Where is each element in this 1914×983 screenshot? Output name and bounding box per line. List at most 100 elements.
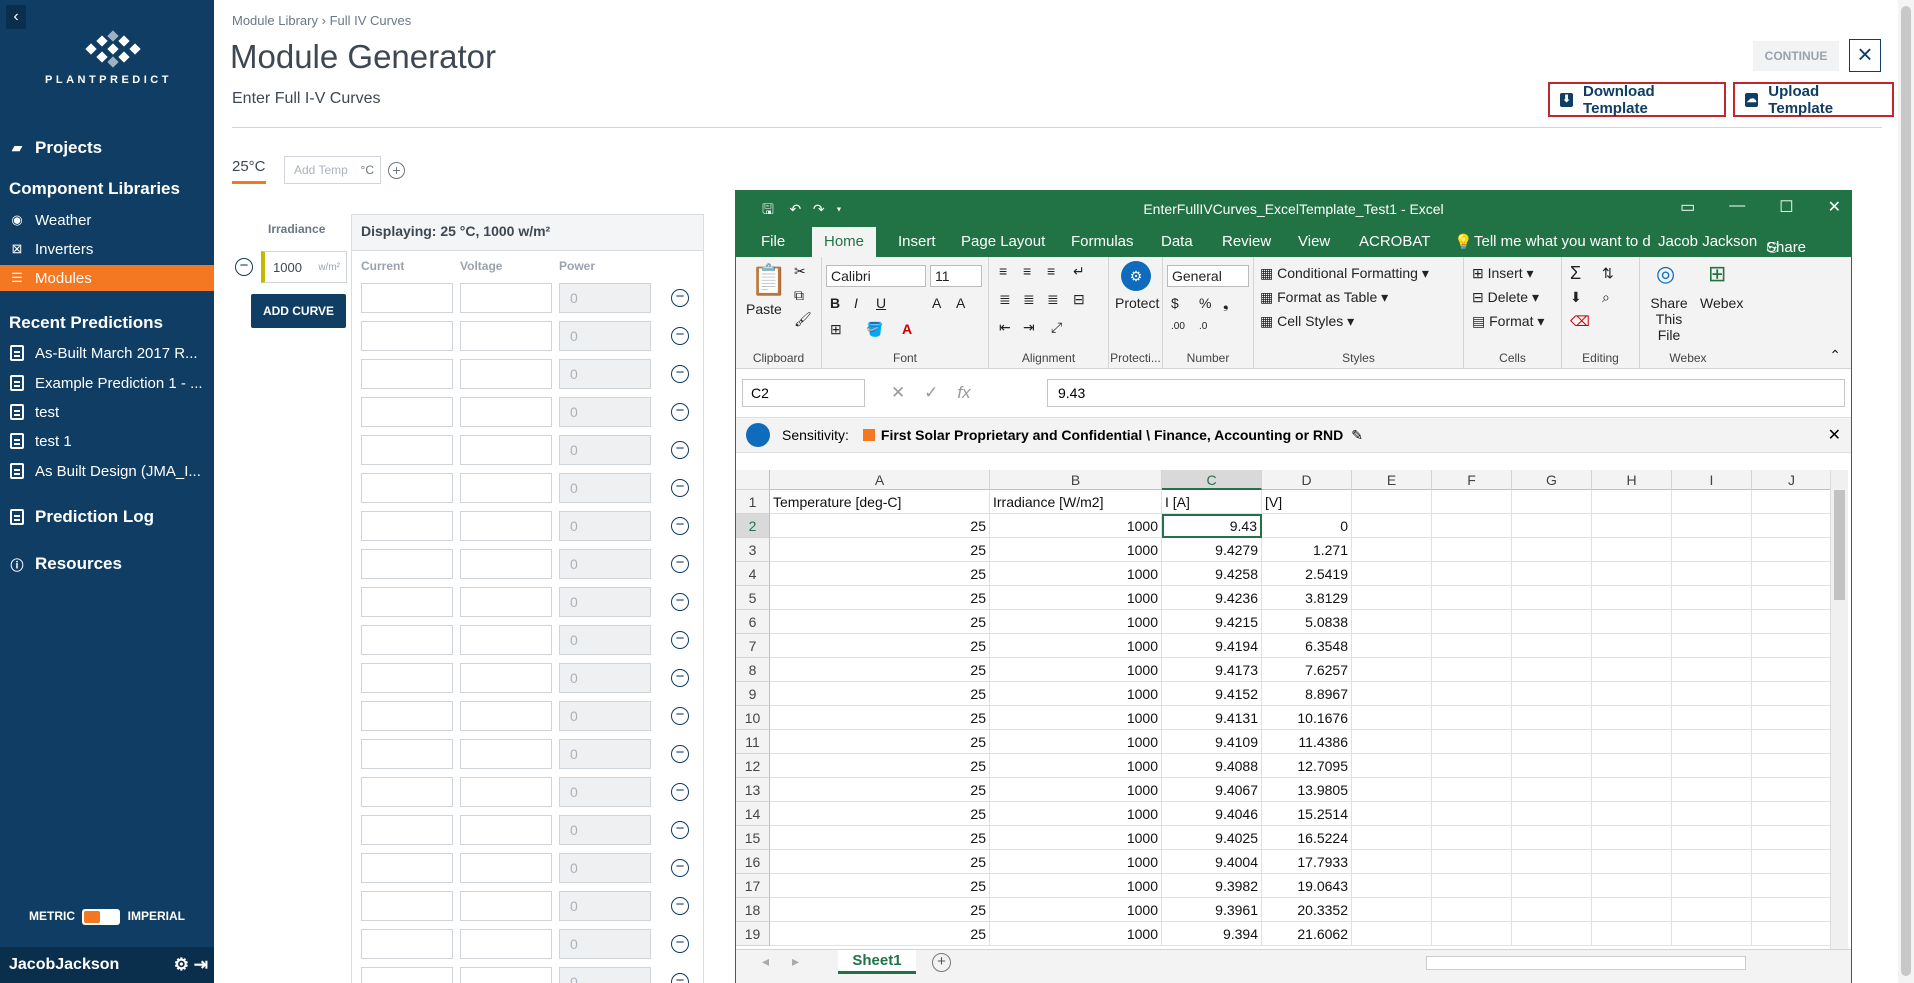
sidebar-item-modules[interactable]: ☰ Modules [0,265,214,291]
grid-cell[interactable] [1592,730,1672,754]
grid-cell[interactable] [1352,490,1432,514]
grid-cell[interactable]: 1000 [990,874,1162,898]
voltage-input[interactable] [460,663,552,693]
add-temp-input[interactable]: Add Temp °C [284,156,381,184]
remove-row-icon[interactable]: − [671,403,689,421]
recent-prediction-item[interactable]: Example Prediction 1 - ... [0,370,214,396]
remove-row-icon[interactable]: − [671,935,689,953]
grid-cell[interactable] [1512,658,1592,682]
column-header[interactable]: I [1672,470,1752,490]
sidebar-item-inverters[interactable]: ⊠ Inverters [0,236,214,262]
grid-cell[interactable]: 1000 [990,706,1162,730]
tab-data[interactable]: Data [1161,233,1193,250]
current-input[interactable] [361,397,453,427]
grid-cell[interactable] [1352,658,1432,682]
grid-cell[interactable] [1512,634,1592,658]
grid-cell[interactable]: 25 [770,850,990,874]
grid-cell[interactable]: 9.4131 [1162,706,1262,730]
tell-me-search[interactable]: Tell me what you want to d [1474,233,1651,250]
row-header[interactable]: 9 [736,682,770,706]
column-header[interactable]: D [1262,470,1352,490]
current-input[interactable] [361,853,453,883]
voltage-input[interactable] [460,891,552,921]
grid-cell[interactable] [1432,586,1512,610]
grid-cell[interactable] [1672,850,1752,874]
conditional-formatting-button[interactable]: ▦ Conditional Formatting ▾ [1260,265,1429,282]
grid-cell[interactable] [1752,490,1832,514]
current-input[interactable] [361,587,453,617]
grid-cell[interactable] [1672,634,1752,658]
current-input[interactable] [361,815,453,845]
grid-cell[interactable] [1352,754,1432,778]
column-header[interactable]: B [990,470,1162,490]
remove-row-icon[interactable]: − [671,859,689,877]
decrease-font-icon[interactable]: A [956,295,965,311]
grid-cell[interactable] [1752,586,1832,610]
grid-cell[interactable] [1752,658,1832,682]
grid-cell[interactable] [1432,778,1512,802]
row-header[interactable]: 7 [736,634,770,658]
grid-cell[interactable]: 9.4088 [1162,754,1262,778]
grid-cell[interactable]: 21.6062 [1262,922,1352,946]
current-input[interactable] [361,511,453,541]
align-right-icon[interactable]: ≣ [1047,291,1059,308]
grid-cell[interactable]: 25 [770,610,990,634]
grid-cell[interactable]: 9.4279 [1162,538,1262,562]
current-input[interactable] [361,625,453,655]
grid-cell[interactable]: Temperature [deg-C] [770,490,990,514]
voltage-input[interactable] [460,739,552,769]
grid-cell[interactable]: 9.4215 [1162,610,1262,634]
row-header[interactable]: 12 [736,754,770,778]
grid-cell[interactable]: 1000 [990,850,1162,874]
next-sheet-icon[interactable]: ▸ [792,953,799,970]
grid-cell[interactable] [1512,802,1592,826]
grid-cell[interactable] [1672,610,1752,634]
grid-cell[interactable]: 1000 [990,922,1162,946]
grid-cell[interactable] [1592,850,1672,874]
row-header[interactable]: 5 [736,586,770,610]
grid-cell[interactable]: 9.4152 [1162,682,1262,706]
insert-function-icon[interactable]: fx [957,383,970,402]
delete-cells-button[interactable]: ⊟ Delete ▾ [1472,289,1539,306]
remove-row-icon[interactable]: − [671,973,689,983]
share-file-icon[interactable]: ◎ [1656,261,1675,287]
current-input[interactable] [361,283,453,313]
grid-cell[interactable]: 0 [1262,514,1352,538]
grid-cell[interactable] [1432,754,1512,778]
row-header[interactable]: 11 [736,730,770,754]
grid-cell[interactable] [1672,826,1752,850]
grid-cell[interactable] [1432,514,1512,538]
grid-cell[interactable]: I [A] [1162,490,1262,514]
remove-row-icon[interactable]: − [671,783,689,801]
unit-switch[interactable] [82,909,121,925]
grid-cell[interactable]: [V] [1262,490,1352,514]
voltage-input[interactable] [460,929,552,959]
bold-icon[interactable]: B [830,295,840,311]
row-header[interactable]: 10 [736,706,770,730]
grid-cell[interactable]: 7.6257 [1262,658,1352,682]
protect-icon[interactable]: ⚙ [1121,261,1151,291]
remove-row-icon[interactable]: − [671,441,689,459]
grid-cell[interactable] [1752,874,1832,898]
grid-cell[interactable]: 9.3961 [1162,898,1262,922]
grid-cell[interactable] [1352,706,1432,730]
grid-cell[interactable] [1592,610,1672,634]
grid-cell[interactable]: 25 [770,874,990,898]
grid-cell[interactable] [1512,562,1592,586]
grid-cell[interactable] [1432,826,1512,850]
grid-cell[interactable]: 1000 [990,730,1162,754]
irradiance-input[interactable]: 1000 w/m² [261,251,347,283]
scroll-thumb[interactable] [1834,490,1845,600]
remove-row-icon[interactable]: − [671,821,689,839]
grid-cell[interactable] [1672,562,1752,586]
find-icon[interactable]: ⌕ [1602,289,1610,306]
recent-prediction-item[interactable]: test [0,399,214,425]
align-center-icon[interactable]: ≣ [1023,291,1035,308]
grid-cell[interactable]: 8.8967 [1262,682,1352,706]
current-input[interactable] [361,549,453,579]
remove-row-icon[interactable]: − [671,365,689,383]
page-scrollbar[interactable] [1898,0,1914,983]
name-box[interactable]: C2 [742,379,865,407]
grid-cell[interactable] [1752,898,1832,922]
grid-cell[interactable] [1512,922,1592,946]
